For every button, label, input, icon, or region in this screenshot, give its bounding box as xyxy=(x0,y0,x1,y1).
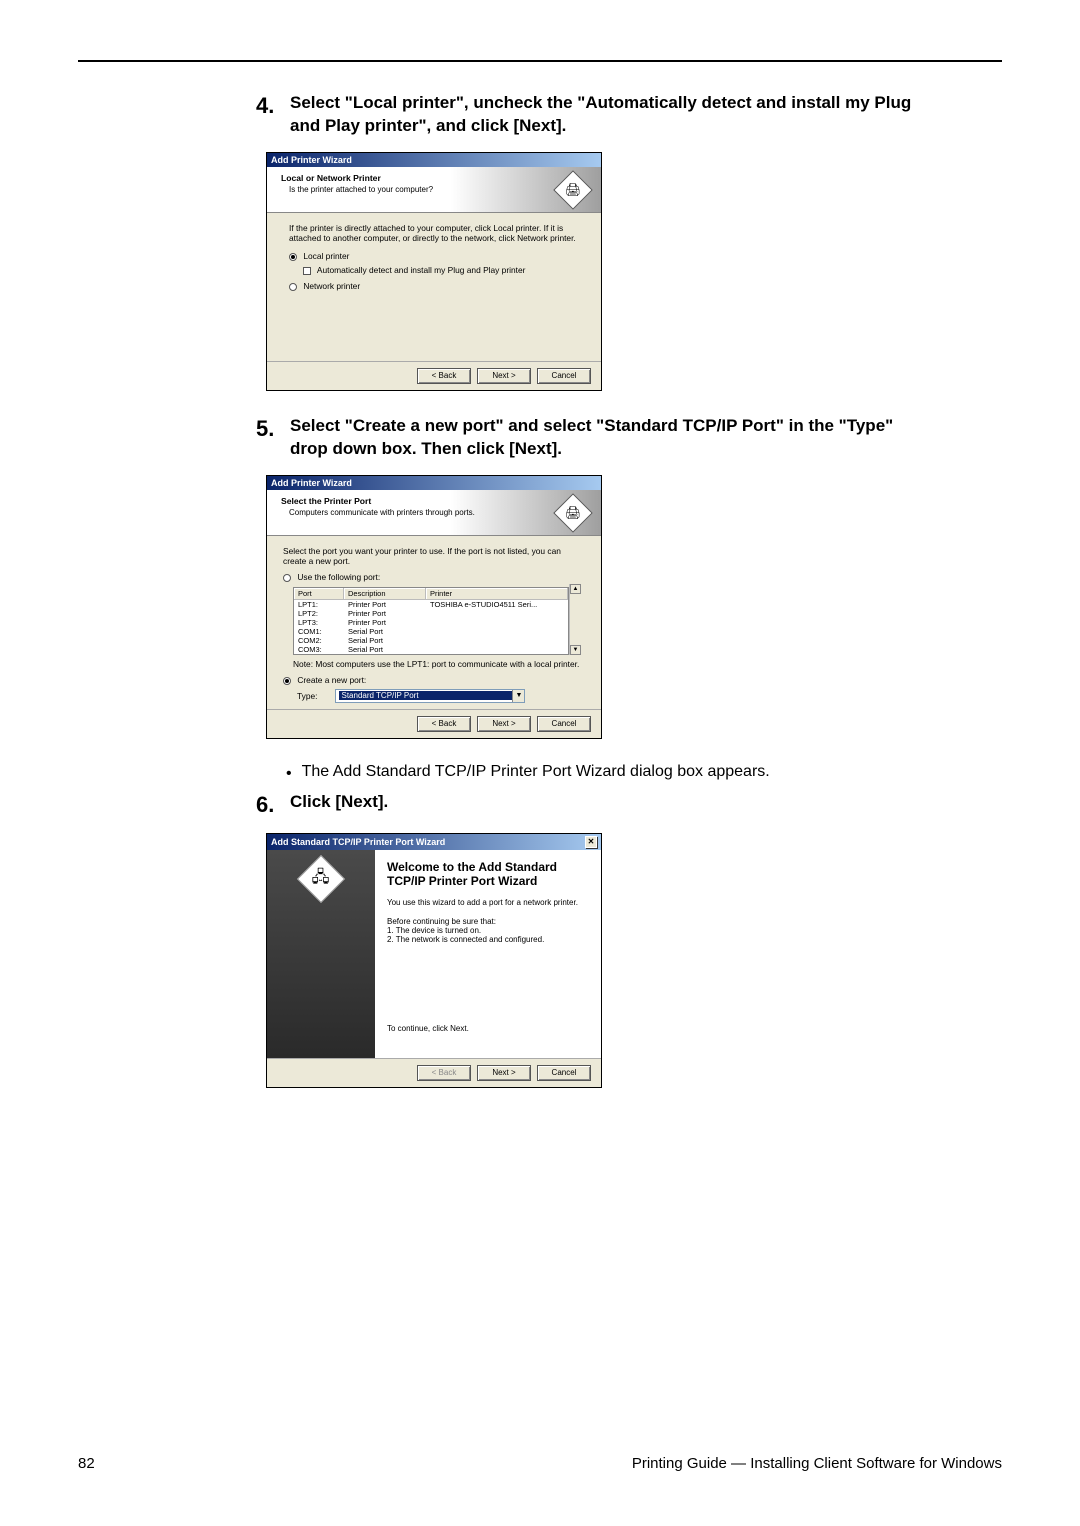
radio-use-port[interactable] xyxy=(283,574,291,582)
wizard-side-graphic: 🖧 xyxy=(267,850,375,1058)
type-dropdown[interactable]: Standard TCP/IP Port ▼ xyxy=(335,689,525,703)
step-number: 6. xyxy=(256,791,280,819)
type-value: Standard TCP/IP Port xyxy=(339,691,512,700)
table-row: LPT1:Printer PortTOSHIBA e-STUDIO4511 Se… xyxy=(294,600,568,609)
dialog-select-port: Add Printer Wizard Select the Printer Po… xyxy=(266,475,916,739)
radio-create-port[interactable] xyxy=(283,677,291,685)
th-port: Port xyxy=(294,588,344,599)
next-button[interactable]: Next > xyxy=(477,1065,531,1081)
main-content: 4. Select "Local printer", uncheck the "… xyxy=(256,92,916,1088)
chevron-down-icon: ▼ xyxy=(512,690,524,702)
next-button[interactable]: Next > xyxy=(477,368,531,384)
printer-network-icon: 🖧 xyxy=(297,855,345,903)
dialog-titlebar: Add Printer Wizard xyxy=(267,153,601,167)
note-text: Note: Most computers use the LPT1: port … xyxy=(293,659,585,669)
printer-icon: 🖨 xyxy=(553,170,593,210)
dialog-title: Add Printer Wizard xyxy=(271,478,352,488)
page-footer: 82 Printing Guide — Installing Client So… xyxy=(78,1455,1002,1472)
continue-text: To continue, click Next. xyxy=(387,1024,589,1033)
dialog-footer: < Back Next > Cancel xyxy=(267,361,601,390)
back-button[interactable]: < Back xyxy=(417,368,471,384)
radio-network[interactable] xyxy=(289,283,297,291)
radio-network-label: Network printer xyxy=(303,281,360,291)
table-row: COM1:Serial Port xyxy=(294,627,568,636)
bullet-item: • The Add Standard TCP/IP Printer Port W… xyxy=(286,763,916,785)
cancel-button[interactable]: Cancel xyxy=(537,716,591,732)
document-page: 4. Select "Local printer", uncheck the "… xyxy=(0,0,1080,1526)
port-table[interactable]: Port Description Printer LPT1:Printer Po… xyxy=(293,587,569,655)
radio-local-label: Local printer xyxy=(303,251,349,261)
dialog-body: Select the port you want your printer to… xyxy=(267,536,601,709)
step-text: Select "Create a new port" and select "S… xyxy=(290,415,916,461)
welcome-line: Before continuing be sure that: xyxy=(387,917,589,926)
cancel-button[interactable]: Cancel xyxy=(537,1065,591,1081)
step-text: Select "Local printer", uncheck the "Aut… xyxy=(290,92,916,138)
scroll-up-icon[interactable]: ▲ xyxy=(570,584,581,594)
radio-local[interactable] xyxy=(289,253,297,261)
step-text: Click [Next]. xyxy=(290,791,388,814)
radio-create-port-label: Create a new port: xyxy=(297,675,366,685)
dialog-titlebar: Add Standard TCP/IP Printer Port Wizard … xyxy=(267,834,601,850)
dialog-body: If the printer is directly attached to y… xyxy=(267,213,601,361)
back-button: < Back xyxy=(417,1065,471,1081)
th-desc: Description xyxy=(344,588,426,599)
welcome-line: 1. The device is turned on. xyxy=(387,926,589,935)
footer-text: Printing Guide — Installing Client Softw… xyxy=(632,1455,1002,1472)
info-text: Select the port you want your printer to… xyxy=(283,546,585,566)
dialog-header: Select the Printer Port Computers commun… xyxy=(267,490,601,536)
dialog-title: Add Printer Wizard xyxy=(271,155,352,165)
checkbox-auto-label: Automatically detect and install my Plug… xyxy=(317,265,526,275)
dialog-footer: < Back Next > Cancel xyxy=(267,1058,601,1087)
dialog-tcpip-welcome: Add Standard TCP/IP Printer Port Wizard … xyxy=(266,833,916,1088)
wizard-body: Welcome to the Add Standard TCP/IP Print… xyxy=(375,850,601,1058)
th-printer: Printer xyxy=(426,588,568,599)
close-icon[interactable]: ✕ xyxy=(585,836,597,848)
dialog-header: Local or Network Printer Is the printer … xyxy=(267,167,601,213)
bullet-icon: • xyxy=(286,763,292,785)
printer-icon: 🖨 xyxy=(553,493,593,533)
step-number: 5. xyxy=(256,415,280,443)
dialog-header-title: Select the Printer Port xyxy=(281,496,475,506)
back-button[interactable]: < Back xyxy=(417,716,471,732)
cancel-button[interactable]: Cancel xyxy=(537,368,591,384)
scroll-down-icon[interactable]: ▼ xyxy=(570,645,581,655)
dialog-local-network: Add Printer Wizard Local or Network Prin… xyxy=(266,152,916,391)
welcome-title: Welcome to the Add Standard TCP/IP Print… xyxy=(387,860,589,889)
step-number: 4. xyxy=(256,92,280,120)
page-number: 82 xyxy=(78,1455,95,1472)
dialog-header-title: Local or Network Printer xyxy=(281,173,433,183)
table-row: LPT2:Printer Port xyxy=(294,609,568,618)
dialog-footer: < Back Next > Cancel xyxy=(267,709,601,738)
bullet-text: The Add Standard TCP/IP Printer Port Wiz… xyxy=(302,763,770,781)
next-button[interactable]: Next > xyxy=(477,716,531,732)
welcome-line: You use this wizard to add a port for a … xyxy=(387,898,589,907)
checkbox-auto-detect[interactable] xyxy=(303,267,311,275)
type-label: Type: xyxy=(297,691,317,701)
info-text: If the printer is directly attached to y… xyxy=(289,223,585,243)
dialog-header-sub: Is the printer attached to your computer… xyxy=(289,185,433,194)
table-row: COM3:Serial Port xyxy=(294,645,568,654)
step-5: 5. Select "Create a new port" and select… xyxy=(256,415,916,461)
dialog-header-sub: Computers communicate with printers thro… xyxy=(289,508,475,517)
top-rule xyxy=(78,60,1002,62)
dialog-title: Add Standard TCP/IP Printer Port Wizard xyxy=(271,837,445,847)
table-row: COM2:Serial Port xyxy=(294,636,568,645)
welcome-line: 2. The network is connected and configur… xyxy=(387,935,589,944)
table-row: LPT3:Printer Port xyxy=(294,618,568,627)
dialog-titlebar: Add Printer Wizard xyxy=(267,476,601,490)
step-4: 4. Select "Local printer", uncheck the "… xyxy=(256,92,916,138)
step-6: 6. Click [Next]. xyxy=(256,791,916,819)
scrollbar[interactable]: ▲ ▼ xyxy=(569,584,581,655)
radio-use-port-label: Use the following port: xyxy=(297,572,380,582)
